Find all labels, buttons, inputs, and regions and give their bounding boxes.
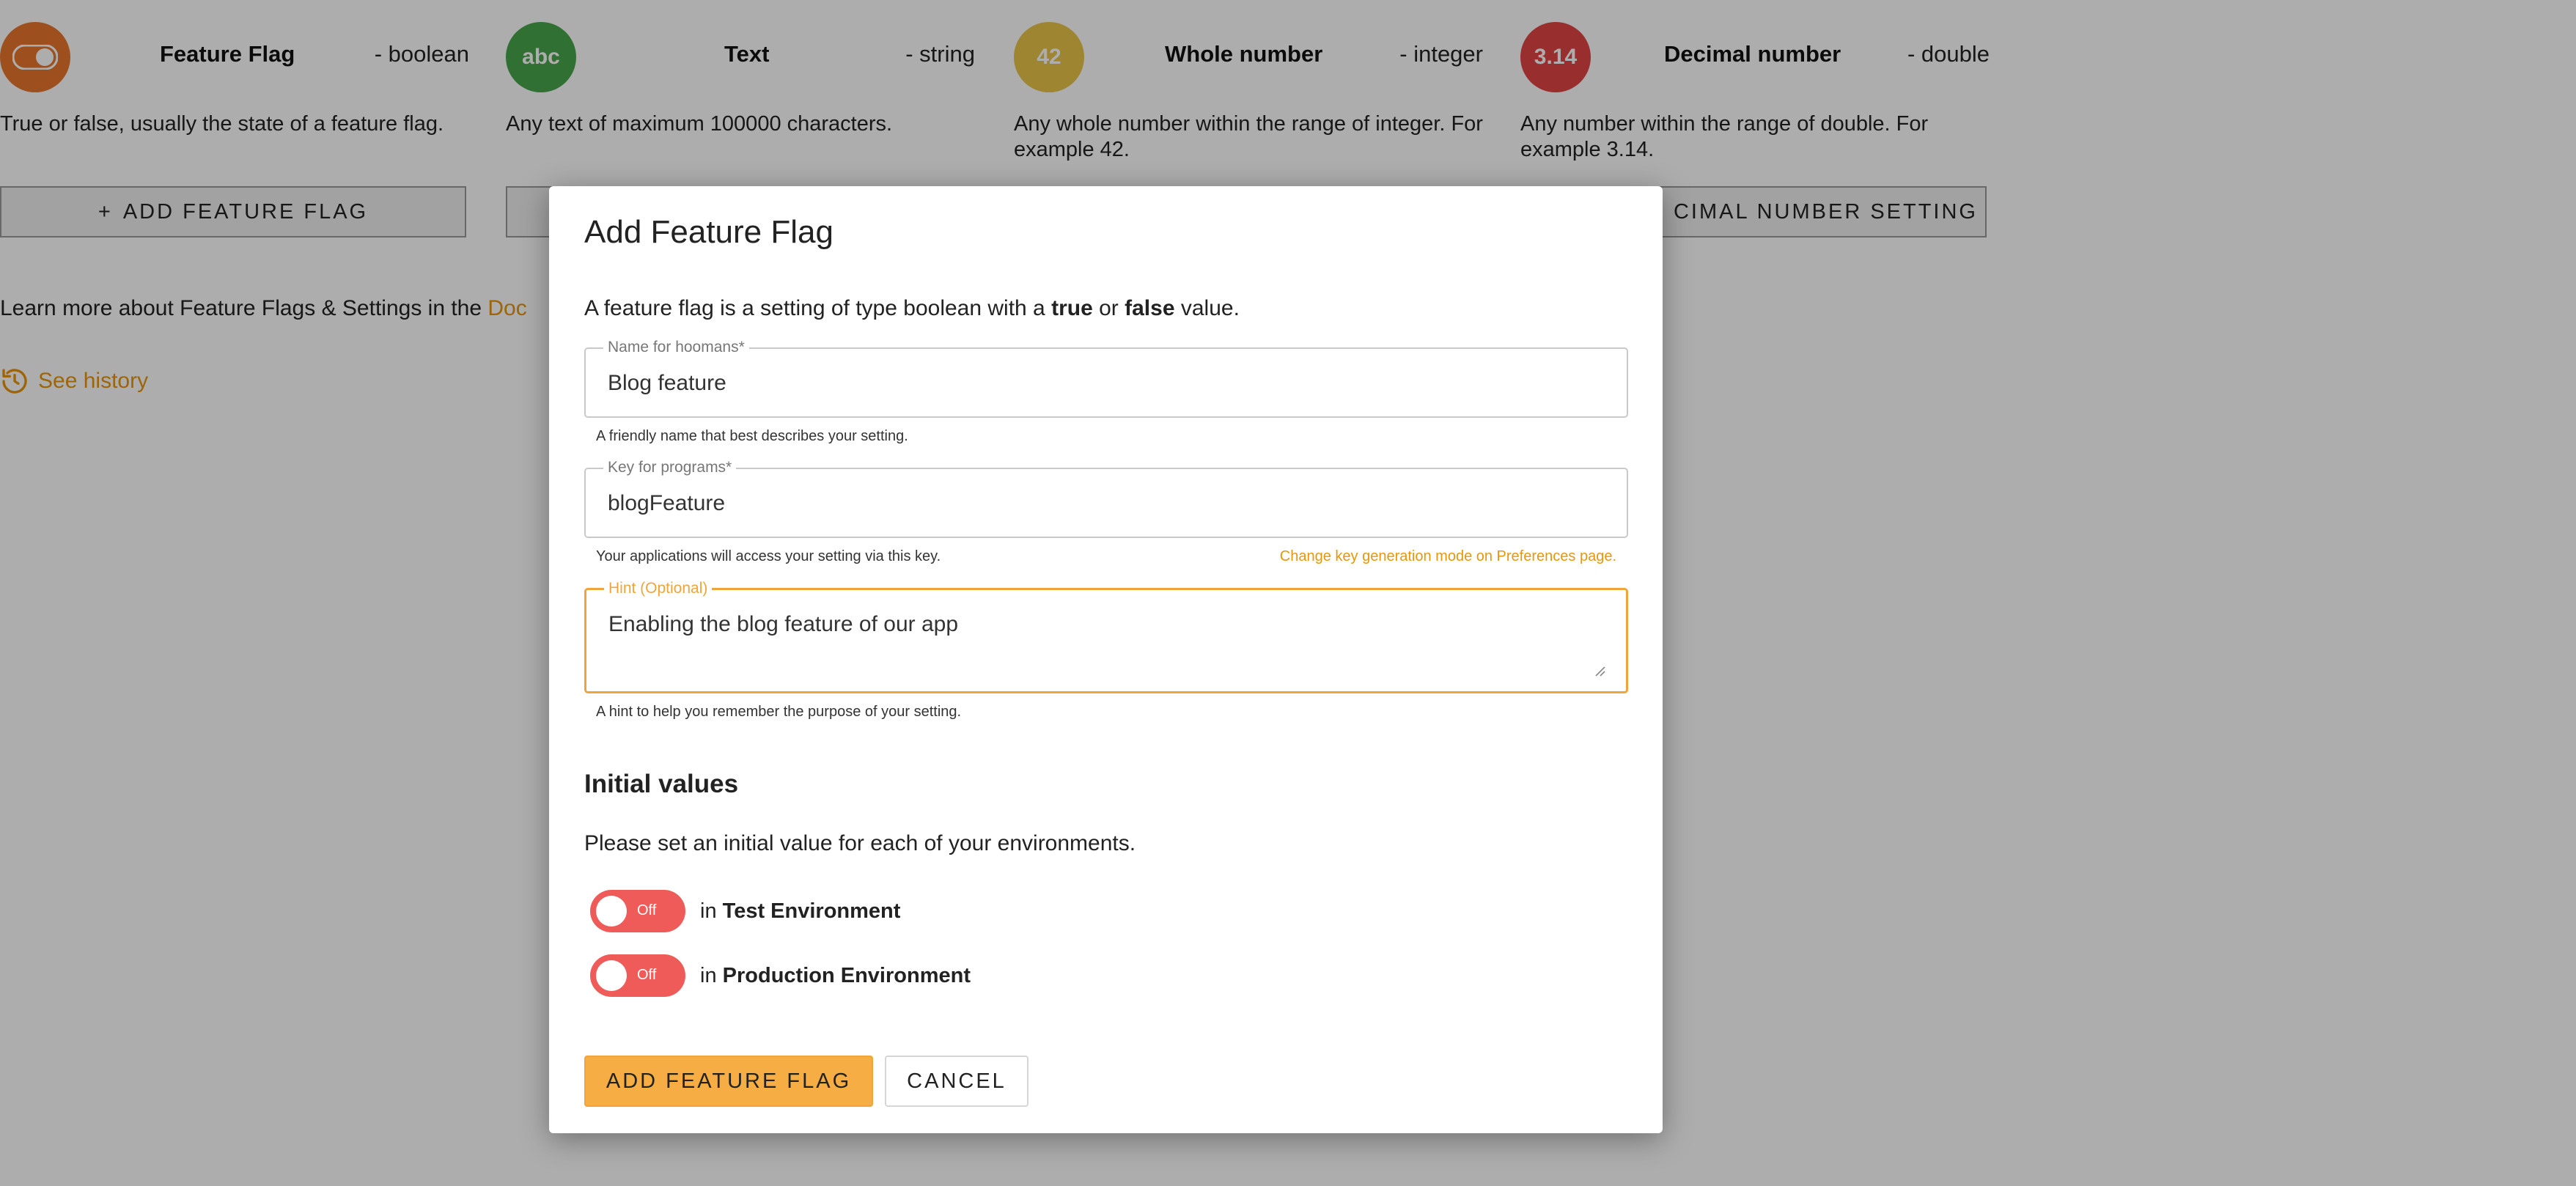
dialog-intro: A feature flag is a setting of type bool… [584, 296, 1240, 321]
intro-prefix: A feature flag is a setting of type bool… [584, 296, 1052, 320]
dialog-title: Add Feature Flag [584, 214, 833, 250]
env-name: Test Environment [722, 899, 901, 923]
test-environment-toggle[interactable]: Off [590, 890, 685, 932]
key-field-value[interactable]: blogFeature [608, 491, 725, 516]
hint-field-label: Hint (Optional) [604, 580, 713, 597]
toggle-state: Off [637, 967, 657, 983]
key-generation-mode-link[interactable]: Change key generation mode on Preference… [1280, 548, 1616, 565]
intro-suffix: value. [1174, 296, 1240, 320]
key-field[interactable]: Key for programs* blogFeature [584, 459, 1628, 538]
env-name: Production Environment [722, 963, 971, 987]
toggle-knob [596, 960, 627, 991]
intro-false: false [1125, 296, 1175, 320]
name-field[interactable]: Name for hoomans* Blog feature [584, 339, 1628, 418]
env-label: in Production Environment [700, 964, 971, 988]
name-field-helper: A friendly name that best describes your… [596, 428, 908, 444]
toggle-state: Off [637, 902, 657, 918]
env-prefix: in [700, 963, 723, 987]
intro-or: or [1092, 296, 1125, 320]
env-prefix: in [700, 899, 723, 923]
key-field-helper: Your applications will access your setti… [596, 548, 941, 564]
key-field-label: Key for programs* [603, 459, 737, 476]
initial-values-description: Please set an initial value for each of … [584, 831, 1136, 855]
production-environment-toggle[interactable]: Off [590, 954, 685, 997]
hint-field-value[interactable]: Enabling the blog feature of our app [608, 612, 958, 637]
name-field-value[interactable]: Blog feature [608, 371, 726, 396]
env-row-test: Off in Test Environment [590, 890, 900, 932]
env-label: in Test Environment [700, 899, 900, 924]
cancel-button[interactable]: CANCEL [885, 1056, 1028, 1107]
toggle-knob [596, 896, 627, 927]
resize-handle-icon[interactable] [1594, 665, 1605, 677]
name-field-label: Name for hoomans* [603, 339, 749, 356]
intro-true: true [1051, 296, 1093, 320]
add-feature-flag-dialog: Add Feature Flag A feature flag is a set… [549, 186, 1663, 1133]
env-row-production: Off in Production Environment [590, 954, 971, 997]
hint-field[interactable]: Hint (Optional) Enabling the blog featur… [584, 580, 1628, 693]
hint-field-helper: A hint to help you remember the purpose … [596, 704, 962, 720]
initial-values-title: Initial values [584, 770, 739, 798]
add-feature-flag-button[interactable]: ADD FEATURE FLAG [584, 1056, 873, 1107]
